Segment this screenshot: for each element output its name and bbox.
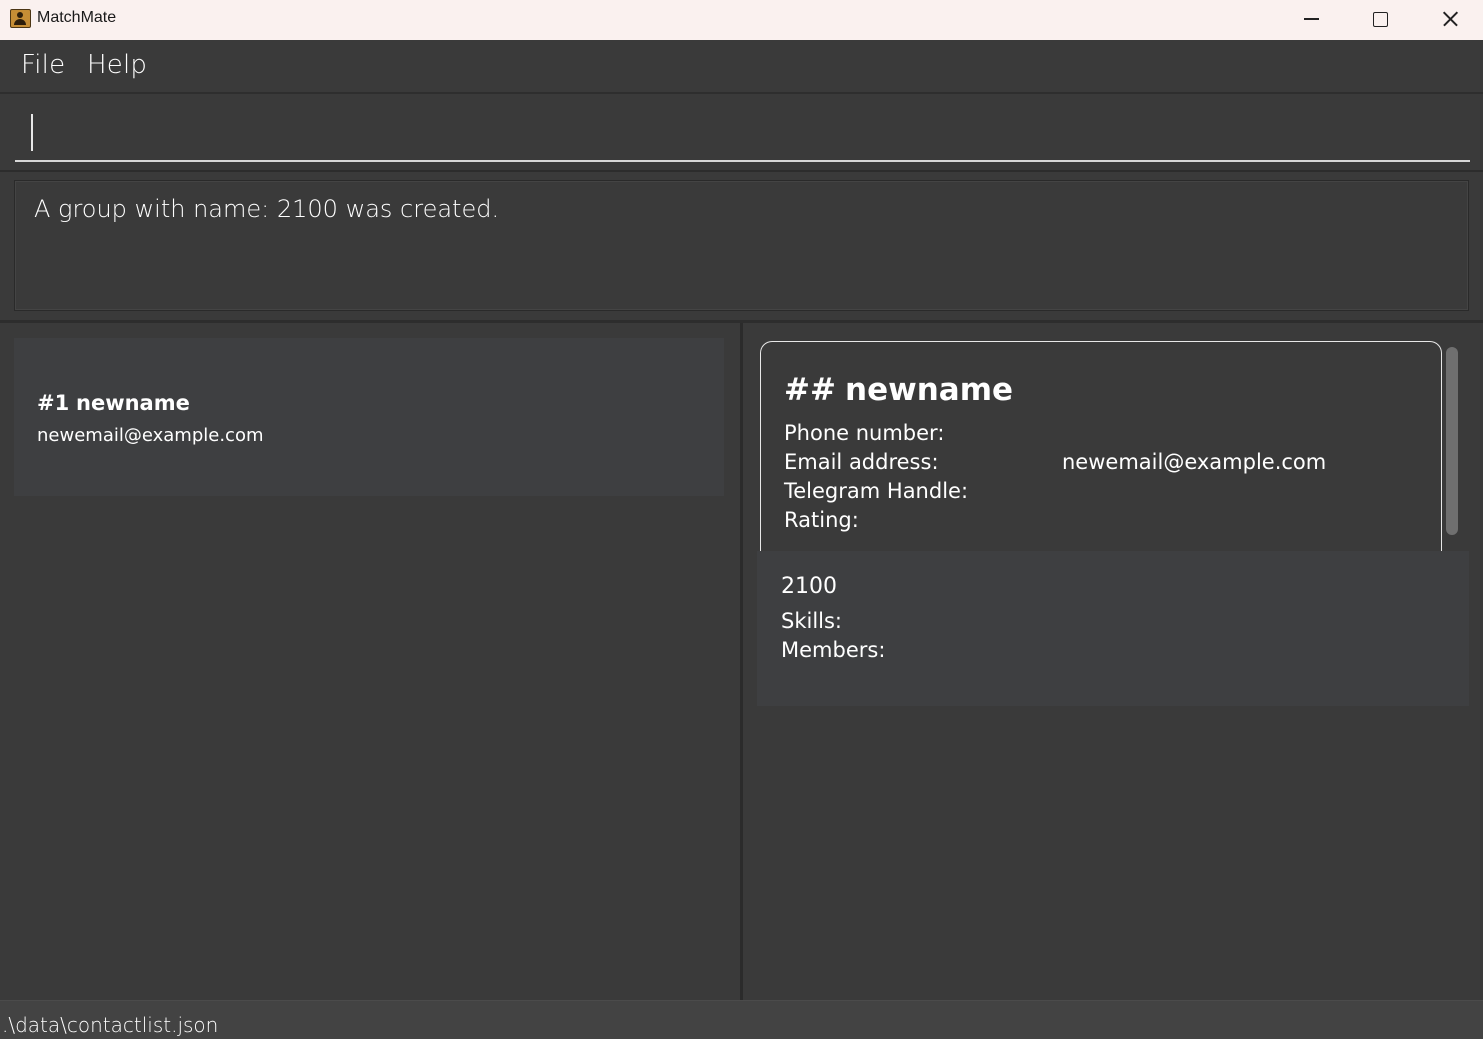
group-name: 2100 bbox=[781, 574, 837, 599]
command-box bbox=[0, 96, 1483, 172]
title-bar: MatchMate bbox=[0, 0, 1483, 40]
group-card[interactable]: 2100 Skills: Members: bbox=[757, 551, 1469, 706]
app-window: MatchMate File Help A group with name: 2… bbox=[0, 0, 1483, 1039]
person-detail-card: ## newname Phone number: Email address: … bbox=[760, 341, 1442, 551]
result-display[interactable]: A group with name: 2100 was created. bbox=[14, 180, 1469, 311]
rating-label: Rating: bbox=[784, 508, 859, 532]
person-card[interactable]: #1 newname newemail@example.com bbox=[14, 338, 724, 496]
menu-bar: File Help bbox=[0, 40, 1483, 94]
person-list-panel: #1 newname newemail@example.com bbox=[0, 323, 740, 1000]
person-email: newemail@example.com bbox=[37, 425, 264, 446]
result-message: A group with name: 2100 was created. bbox=[34, 195, 500, 223]
command-input[interactable] bbox=[15, 106, 1470, 162]
phone-label: Phone number: bbox=[784, 421, 945, 445]
window-title: MatchMate bbox=[37, 9, 117, 26]
maximize-icon[interactable] bbox=[1357, 0, 1403, 40]
close-icon[interactable] bbox=[1427, 0, 1473, 40]
detail-panel: ## newname Phone number: Email address: … bbox=[743, 323, 1483, 1000]
minimize-icon[interactable] bbox=[1288, 0, 1334, 40]
detail-name: newname bbox=[845, 372, 1014, 408]
members-label: Members: bbox=[781, 638, 886, 662]
email-label: Email address: bbox=[784, 450, 939, 474]
save-file-path: .\data\contactlist.json bbox=[2, 1013, 219, 1037]
status-bar: .\data\contactlist.json bbox=[0, 1000, 1483, 1039]
telegram-label: Telegram Handle: bbox=[784, 479, 969, 503]
detail-index: ## bbox=[784, 372, 836, 408]
contact-book-icon bbox=[10, 9, 31, 28]
skills-label: Skills: bbox=[781, 609, 843, 633]
text-caret bbox=[31, 114, 33, 151]
menu-help[interactable]: Help bbox=[87, 50, 147, 80]
person-index: #1 bbox=[37, 391, 70, 415]
person-name: newname bbox=[76, 391, 190, 415]
detail-scrollbar[interactable] bbox=[1446, 347, 1458, 535]
menu-file[interactable]: File bbox=[21, 50, 65, 80]
email-value: newemail@example.com bbox=[1062, 450, 1327, 474]
